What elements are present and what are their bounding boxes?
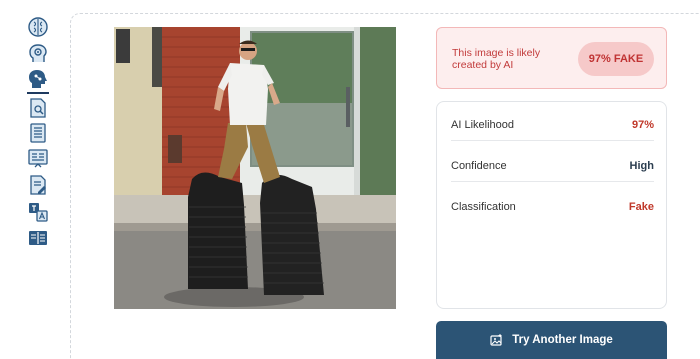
stat-label: Confidence — [451, 160, 507, 172]
divider — [451, 181, 654, 182]
image-grid-icon[interactable] — [27, 147, 49, 169]
document-list-icon[interactable] — [27, 122, 49, 144]
stat-label: Classification — [451, 201, 516, 213]
stat-value: Fake — [628, 201, 654, 213]
document-search-icon[interactable] — [27, 97, 49, 119]
head-gear-icon[interactable] — [27, 43, 49, 65]
analyzed-image — [114, 27, 396, 309]
divider — [451, 140, 654, 141]
verdict-text: This image is likely created by AI — [452, 47, 541, 71]
fake-score-badge: 97% FAKE — [578, 42, 654, 76]
active-indicator — [27, 92, 49, 94]
sidebar — [0, 0, 62, 359]
document-edit-icon[interactable] — [27, 174, 49, 196]
book-icon[interactable] — [27, 227, 49, 249]
ai-head-icon[interactable] — [27, 68, 49, 90]
stats-panel: AI Likelihood 97% Confidence High Classi… — [436, 101, 667, 309]
stat-value: 97% — [631, 119, 654, 131]
stat-label: AI Likelihood — [451, 119, 514, 131]
translate-icon[interactable] — [27, 201, 49, 223]
try-another-image-label: Try Another Image — [512, 334, 613, 346]
brain-icon[interactable] — [27, 16, 49, 38]
stat-row-ai-likelihood: AI Likelihood 97% — [451, 107, 654, 143]
verdict-banner: This image is likely created by AI 97% F… — [436, 27, 667, 89]
stat-row-confidence: Confidence High — [451, 148, 654, 184]
try-another-image-button[interactable]: Try Another Image — [436, 321, 667, 359]
stat-row-classification: Classification Fake — [451, 189, 654, 225]
image-upload-icon — [490, 333, 503, 347]
stat-value: High — [629, 160, 654, 172]
